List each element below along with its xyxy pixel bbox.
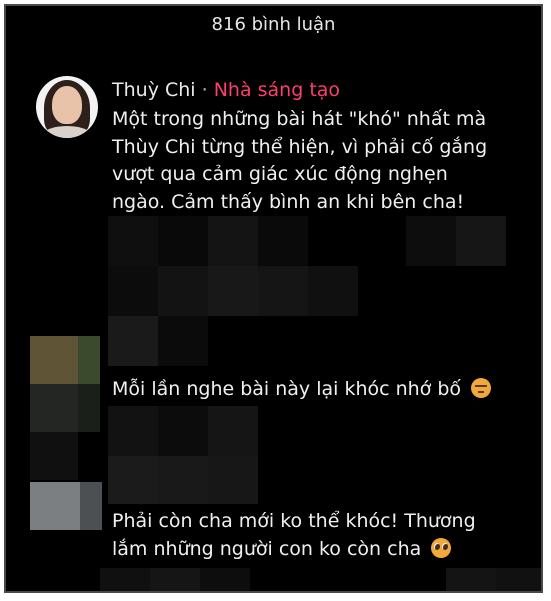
creator-comment-text: Một trong những bài hát "khó" nhất mà Th… [112, 106, 487, 216]
commenter-avatar[interactable] [30, 482, 102, 530]
comment-text: Mỗi lần nghe bài này lại khóc nhớ bố [112, 376, 492, 404]
creator-comment-line: Thùy Chi từng thể hiện, vì phải cố gắng [112, 135, 488, 158]
creator-comment-line: Một trong những bài hát "khó" nhất mà [112, 108, 487, 130]
separator-dot: · [201, 79, 208, 101]
comment-text: Phải còn cha mới ko thể khóc! Thương lắm… [112, 508, 476, 563]
creator-comment-line: vượt qua cảm giác xúc động nghẹn [112, 163, 448, 185]
pleading-face-icon [431, 537, 452, 558]
creator-avatar[interactable] [36, 76, 98, 138]
comment-count-title: 816 bình luận [211, 14, 336, 35]
creator-comment-line: ngào. Cảm thấy bình an khi bên cha! [112, 190, 465, 213]
comments-panel: 816 bình luận Thuỳ Chi · Nhà sáng tạo Mộ… [4, 4, 543, 593]
comment-3-line: lắm những người con ko còn cha [112, 537, 422, 560]
comment-3-line: Phải còn cha mới ko thể khóc! Thương [112, 510, 476, 532]
creator-name[interactable]: Thuỳ Chi [112, 79, 196, 101]
creator-author-line: Thuỳ Chi · Nhà sáng tạo [112, 79, 340, 101]
comment-2-text: Mỗi lần nghe bài này lại khóc nhớ bố [112, 378, 462, 400]
commenter-avatar[interactable] [30, 336, 100, 384]
creator-role-badge: Nhà sáng tạo [213, 79, 341, 101]
pensive-face-icon [471, 378, 492, 398]
